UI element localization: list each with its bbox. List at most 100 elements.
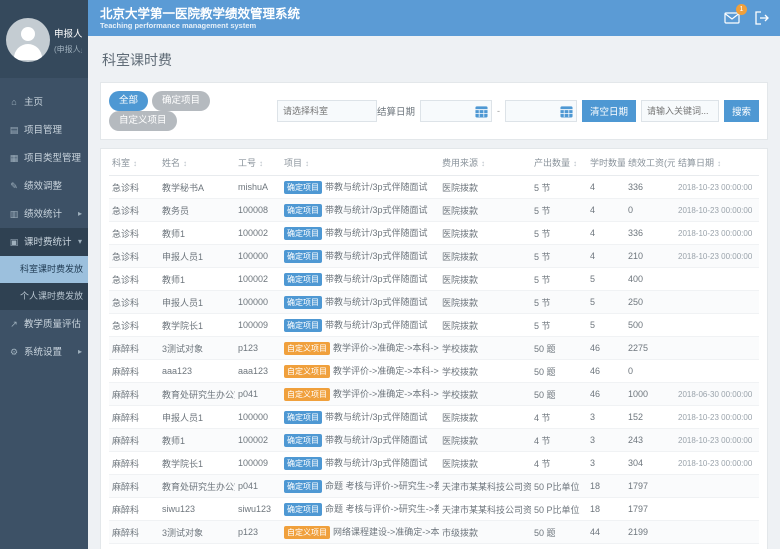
cell-name: 申报人员1: [159, 245, 235, 268]
cell-salary: 304: [625, 452, 675, 475]
cell-department: 急诊科: [109, 222, 159, 245]
filter-pill[interactable]: 确定项目: [152, 91, 210, 111]
sort-icon[interactable]: ↕: [305, 159, 309, 168]
table-row: 麻醉科申报人员1100000确定项目带教与统计/3p式伴随面试医院拨款4 节31…: [109, 406, 759, 429]
project-name: 网络课程建设->准确定->本科->学员: [333, 527, 439, 537]
cell-hours: 4: [587, 245, 625, 268]
chevron-down-icon: ▾: [78, 228, 82, 256]
date-to-input[interactable]: [505, 100, 577, 122]
cell-settle-date: [675, 337, 759, 360]
project-name: 带教与统计/3p式伴随面试: [325, 412, 428, 422]
date-from-input[interactable]: [420, 100, 492, 122]
sort-icon[interactable]: ↕: [259, 159, 263, 168]
cell-employee-id: aaa123: [235, 544, 281, 549]
cell-output-qty: 50 P比单位: [531, 475, 587, 498]
user-role-dropdown[interactable]: (申报人员) ▾: [54, 44, 82, 55]
cell-employee-id: 100009: [235, 452, 281, 475]
search-button[interactable]: 搜索: [724, 100, 759, 122]
clear-date-button[interactable]: 清空日期: [582, 100, 636, 122]
department-select-input[interactable]: [277, 100, 377, 122]
sidebar-item-file[interactable]: ▤项目管理: [0, 116, 88, 144]
cell-hours: 5: [587, 314, 625, 337]
project-type-badge: 确定项目: [284, 273, 322, 286]
column-header[interactable]: 产出数量↕: [531, 149, 587, 176]
sort-icon[interactable]: ↕: [133, 159, 137, 168]
project-type-badge: 确定项目: [284, 181, 322, 194]
sidebar-subitem[interactable]: 个人课时费发放: [0, 283, 88, 310]
sidebar-item-edit[interactable]: ✎绩效调整: [0, 172, 88, 200]
cell-name: 教学院长1: [159, 314, 235, 337]
sidebar-item-home[interactable]: ⌂主页: [0, 88, 88, 116]
column-header[interactable]: 姓名↕: [159, 149, 235, 176]
column-header[interactable]: 绩效工资(元)↕: [625, 149, 675, 176]
cell-output-qty: 4 节: [531, 406, 587, 429]
project-type-badge: 确定项目: [284, 503, 322, 516]
cell-hours: 5: [587, 291, 625, 314]
sidebar-item-chart[interactable]: ▥绩效统计▸: [0, 200, 88, 228]
date-separator: -: [497, 106, 500, 116]
cell-salary: 152: [625, 406, 675, 429]
cell-department: 急诊科: [109, 268, 159, 291]
app-subtitle: Teaching performance management system: [100, 21, 300, 30]
cell-output-qty: 50 题: [531, 337, 587, 360]
sort-icon[interactable]: ↕: [183, 159, 187, 168]
cell-fund-source: 市级拨款: [439, 521, 531, 544]
sort-icon[interactable]: ↕: [717, 159, 721, 168]
table-row: 急诊科教务员100008确定项目带教与统计/3p式伴随面试医院拨款5 节4020…: [109, 199, 759, 222]
mail-badge: 1: [736, 4, 747, 15]
cell-project: 确定项目带教与统计/3p式伴随面试: [281, 452, 439, 475]
logout-icon[interactable]: [754, 10, 770, 26]
project-name: 带教与统计/3p式伴随面试: [325, 297, 428, 307]
sort-icon[interactable]: ↕: [573, 159, 577, 168]
cell-department: 麻醉科: [109, 429, 159, 452]
mail-icon[interactable]: 1: [724, 10, 740, 26]
cell-settle-date: 2018-09-10 00:00:00: [675, 544, 759, 549]
user-panel: 申报人员1 (申报人员) ▾: [0, 0, 88, 78]
column-header[interactable]: 学时数量↕: [587, 149, 625, 176]
column-header[interactable]: 费用来源↕: [439, 149, 531, 176]
sort-icon[interactable]: ↕: [481, 159, 485, 168]
filter-pill[interactable]: 自定义项目: [109, 111, 177, 131]
column-header-label: 项目: [284, 158, 302, 168]
cell-settle-date: [675, 475, 759, 498]
project-name: 带教与统计/3p式伴随面试: [325, 320, 428, 330]
table-row: 麻醉科3测试对象p123自定义项目教学评价->准确定->本科->无接受人学校拨款…: [109, 337, 759, 360]
project-type-badge: 自定义项目: [284, 526, 330, 539]
sidebar-item-book[interactable]: ▣课时费统计▾: [0, 228, 88, 256]
filter-pill[interactable]: 全部: [109, 91, 148, 111]
sidebar-item-grid[interactable]: ▦项目类型管理: [0, 144, 88, 172]
cell-output-qty: 50 题: [531, 544, 587, 549]
sidebar-subitem[interactable]: 科室课时费发放: [0, 256, 88, 283]
cell-settle-date: 2018-10-23 00:00:00: [675, 406, 759, 429]
cell-name: 教育处研究生办公室A: [159, 383, 235, 406]
column-header[interactable]: 结算日期↕: [675, 149, 759, 176]
result-table-card: 科室↕姓名↕工号↕项目↕费用来源↕产出数量↕学时数量↕绩效工资(元)↕结算日期↕…: [100, 148, 768, 549]
cell-settle-date: [675, 314, 759, 337]
grid-icon: ▦: [8, 144, 20, 172]
cell-name: 教师1: [159, 429, 235, 452]
column-header-label: 科室: [112, 158, 130, 168]
cell-project: 确定项目带教与统计/3p式伴随面试: [281, 429, 439, 452]
book-icon: ▣: [8, 228, 20, 256]
column-header-label: 绩效工资(元): [628, 158, 675, 168]
topbar: 北京大学第一医院教学绩效管理系统 Teaching performance ma…: [88, 0, 780, 36]
cell-salary: 0: [625, 199, 675, 222]
project-type-badge: 确定项目: [284, 250, 322, 263]
sidebar-item-gear[interactable]: ⚙系统设置▸: [0, 338, 88, 366]
page-title: 科室课时费: [102, 50, 768, 70]
column-header[interactable]: 工号↕: [235, 149, 281, 176]
sidebar-item-trend[interactable]: ↗教学质量评估: [0, 310, 88, 338]
app-title: 北京大学第一医院教学绩效管理系统: [100, 7, 300, 21]
cell-employee-id: 100002: [235, 429, 281, 452]
column-header[interactable]: 项目↕: [281, 149, 439, 176]
trend-icon: ↗: [8, 310, 20, 338]
column-header[interactable]: 科室↕: [109, 149, 159, 176]
cell-employee-id: 100000: [235, 291, 281, 314]
type-pill-group: 全部确定项目自定义项目: [109, 91, 263, 131]
cell-fund-source: 医院拨款: [439, 222, 531, 245]
keyword-input[interactable]: [641, 100, 719, 122]
table-row: 急诊科教学院长1100009确定项目带教与统计/3p式伴随面试医院拨款5 节55…: [109, 314, 759, 337]
project-name: 带教与统计/3p式伴随面试: [325, 205, 428, 215]
table-row: 麻醉科教学院长1100009确定项目带教与统计/3p式伴随面试医院拨款4 节33…: [109, 452, 759, 475]
cell-fund-source: 医院拨款: [439, 199, 531, 222]
